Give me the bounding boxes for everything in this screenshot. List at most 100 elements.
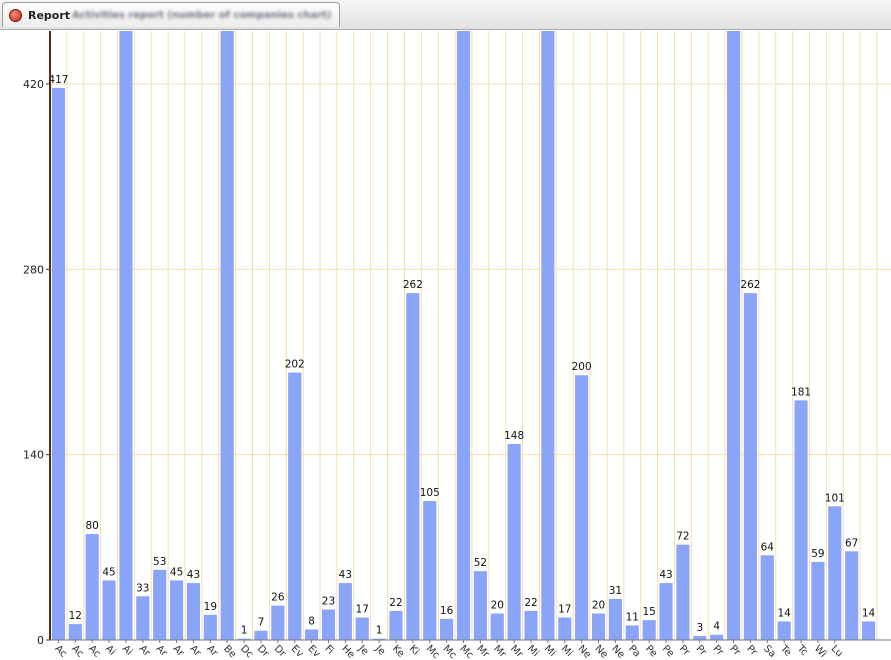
data-label: 20: [491, 600, 504, 612]
bar: [271, 605, 285, 640]
x-tick-label: Mr: [474, 643, 491, 660]
data-label: 67: [845, 537, 858, 549]
data-label: 1: [241, 625, 248, 637]
bar: [136, 596, 150, 640]
data-label: 17: [558, 603, 571, 615]
x-tick-label: Pr: [727, 643, 742, 658]
bar: [777, 621, 791, 640]
y-tick-label: 280: [23, 263, 44, 276]
bar: [440, 618, 454, 640]
x-tick-label: Ne: [609, 643, 626, 660]
x-tick-label: Pe: [660, 643, 676, 659]
bar: [558, 617, 572, 640]
bar: [608, 598, 622, 640]
bar: [861, 621, 876, 640]
x-tick-label: Ar: [154, 643, 170, 659]
x-tick-label: Dr: [255, 643, 272, 660]
data-label: 16: [440, 605, 454, 617]
bar: [760, 555, 774, 640]
bar: [186, 583, 201, 640]
data-label: 45: [170, 566, 183, 578]
bar: [305, 629, 319, 640]
x-tick-label: Pr: [677, 643, 692, 658]
x-tick-label: Mi: [542, 643, 558, 659]
data-label: 17: [356, 603, 369, 615]
x-tick-label: Te: [777, 643, 793, 659]
data-label: 11: [626, 611, 639, 623]
data-label: 15: [642, 606, 655, 618]
bar: [85, 534, 99, 640]
y-tick-label: 140: [23, 449, 44, 462]
data-label: 105: [420, 487, 440, 499]
x-tick-label: Ar: [137, 643, 153, 659]
data-label: 43: [339, 569, 352, 581]
data-label: 417: [48, 74, 68, 86]
bar: [726, 31, 741, 640]
bar: [743, 293, 758, 640]
data-label: 3: [696, 622, 703, 634]
x-tick-label: Ai: [120, 643, 135, 658]
y-tick-label: 0: [37, 634, 44, 647]
bar: [153, 569, 167, 640]
x-tick-label: Mc: [424, 643, 442, 660]
x-tick-label: Pr: [744, 643, 759, 658]
bar: [693, 636, 707, 640]
data-label: 33: [136, 582, 149, 594]
bar: [541, 31, 555, 640]
bar: [710, 634, 724, 640]
bar: [794, 400, 808, 640]
bar: [575, 375, 589, 640]
x-tick-label: Pa: [626, 643, 642, 659]
bar: [676, 544, 690, 640]
x-tick-label: Ke: [390, 643, 406, 659]
bar: [507, 444, 521, 640]
bar: [119, 31, 133, 640]
bar: [625, 625, 639, 640]
bar: [203, 614, 217, 640]
data-label: 14: [777, 607, 791, 619]
bar: [254, 630, 268, 640]
x-tick-label: Ki: [407, 643, 421, 657]
bar: [811, 561, 825, 640]
data-label: 19: [204, 601, 217, 613]
x-tick-label: Mr: [508, 643, 525, 660]
bar-chart: 0140280420 417128045335345 431917262028234…: [23, 31, 891, 660]
x-tick-label: Wi: [812, 643, 829, 660]
x-tick-label: Pr: [711, 643, 726, 658]
data-label: 20: [592, 600, 605, 612]
bar: [845, 551, 859, 640]
data-label: 4: [713, 621, 720, 633]
x-tick-label: Sa: [761, 643, 778, 660]
x-tick-label: Dr: [272, 643, 289, 660]
bar: [169, 580, 184, 640]
data-label: 43: [187, 569, 200, 581]
x-tick-label: Ev: [305, 643, 321, 659]
x-tick-label: Lu: [829, 643, 845, 659]
data-label: 72: [676, 531, 689, 543]
data-label: 59: [811, 548, 824, 560]
data-label: 43: [659, 569, 672, 581]
x-tick-label: Ar: [204, 643, 220, 659]
x-tick-label: Mi: [525, 643, 541, 659]
data-label: 52: [474, 557, 487, 569]
data-label: 14: [862, 607, 876, 619]
data-label: 1: [376, 625, 383, 637]
x-tick-label: Tc: [794, 643, 810, 659]
bar: [321, 609, 336, 640]
data-label: 8: [308, 615, 315, 627]
x-tick-label: Pr: [694, 643, 709, 658]
data-label: 23: [322, 596, 335, 608]
x-tick-label: Be: [221, 643, 238, 660]
data-label: 202: [285, 359, 305, 371]
data-label: 148: [504, 430, 524, 442]
bar: [220, 31, 234, 640]
bar: [102, 580, 116, 640]
x-tick-label: Fi: [322, 643, 335, 656]
x-tick-label: Ev: [289, 643, 305, 659]
data-label: 26: [271, 592, 285, 604]
data-label: 31: [609, 585, 622, 597]
x-tick-label: Ac: [52, 643, 68, 659]
x-tick-label: Dc: [238, 643, 255, 660]
data-label: 53: [153, 556, 166, 568]
x-tick-label: Je: [355, 643, 370, 658]
